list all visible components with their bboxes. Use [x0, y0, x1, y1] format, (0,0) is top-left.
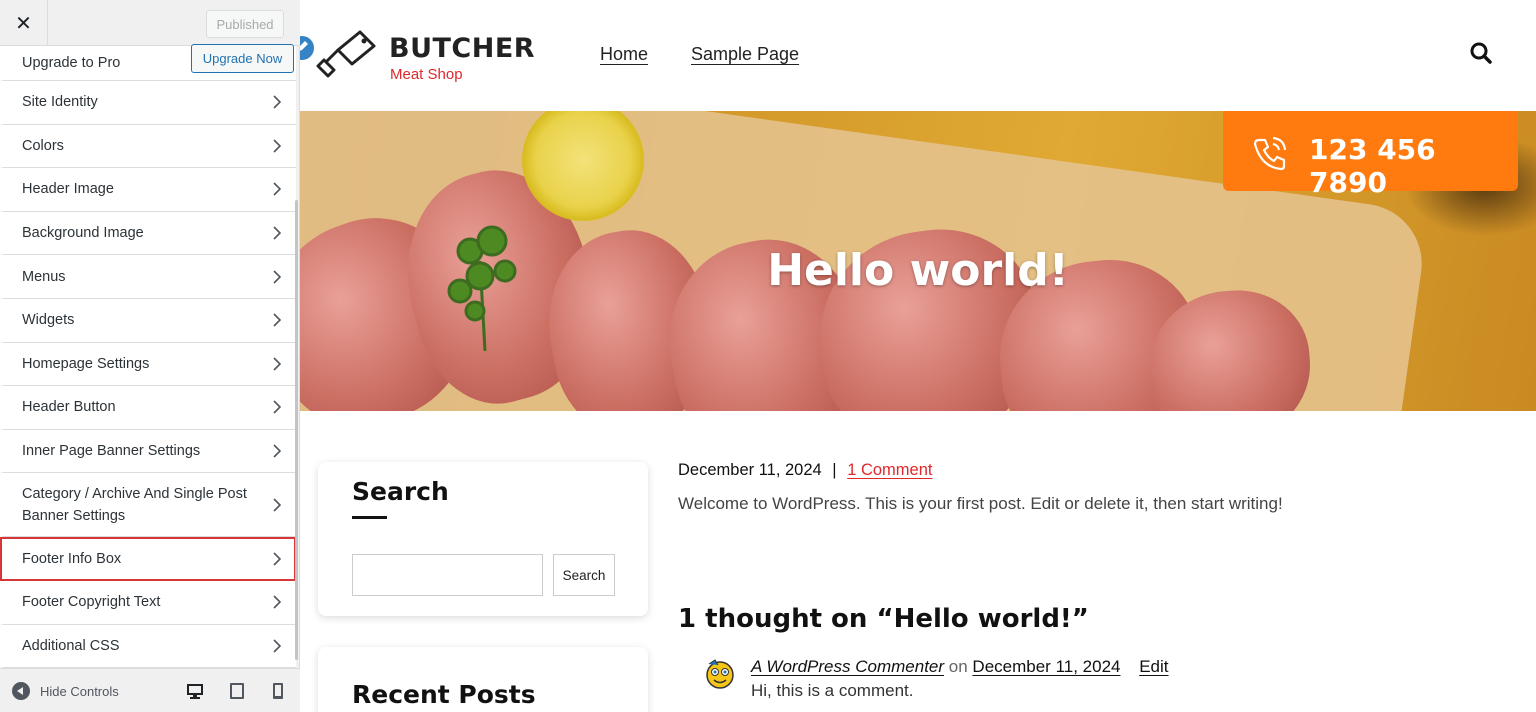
section-label: Site Identity	[22, 94, 98, 111]
section-menus[interactable]: Menus	[0, 255, 296, 299]
comment-author-link[interactable]: A WordPress Commenter	[751, 657, 944, 676]
post-excerpt: Welcome to WordPress. This is your first…	[678, 494, 1283, 513]
chevron-right-icon	[273, 444, 282, 458]
section-header-button[interactable]: Header Button	[0, 386, 296, 430]
customizer-sidebar: ✕ Published Upgrade to Pro Upgrade Now S…	[0, 0, 300, 712]
comments-link[interactable]: 1 Comment	[847, 461, 932, 479]
section-label: Background Image	[22, 225, 144, 242]
section-additional-css[interactable]: Additional CSS	[0, 624, 296, 669]
chevron-right-icon	[273, 270, 282, 284]
section-label: Footer Info Box	[22, 550, 122, 567]
section-site-identity[interactable]: Site Identity	[0, 81, 296, 125]
hide-controls-button[interactable]: Hide Controls	[12, 682, 119, 700]
commenter-avatar	[706, 659, 734, 689]
close-customizer-button[interactable]: ✕	[0, 0, 48, 46]
chevron-right-icon	[273, 400, 282, 415]
widget-title: Search	[352, 477, 449, 506]
comment-on-text: on	[948, 657, 968, 676]
comment-date-link[interactable]: December 11, 2024	[972, 657, 1120, 676]
edit-shortcut-pencil-icon[interactable]	[300, 34, 316, 62]
tablet-icon[interactable]	[227, 681, 247, 701]
site-preview: BUTCHER Meat Shop Home Sample Page Hello…	[300, 0, 1536, 712]
chevron-right-icon	[273, 498, 282, 512]
chevron-right-icon	[273, 595, 282, 609]
site-tagline: Meat Shop	[390, 66, 463, 83]
published-button[interactable]: Published	[206, 10, 284, 38]
chevron-right-icon	[273, 95, 282, 109]
section-upgrade-to-pro[interactable]: Upgrade to Pro Upgrade Now	[0, 44, 296, 81]
collapse-arrow-icon	[12, 682, 30, 700]
section-homepage-settings[interactable]: Homepage Settings	[0, 342, 296, 387]
section-inner-page-banner-settings[interactable]: Inner Page Banner Settings	[0, 429, 296, 474]
hide-controls-label: Hide Controls	[40, 683, 119, 699]
site-title[interactable]: BUTCHER	[389, 33, 535, 64]
section-label: Upgrade to Pro	[22, 55, 121, 71]
section-label: Inner Page Banner Settings	[22, 443, 201, 460]
section-label: Homepage Settings	[22, 355, 150, 372]
comment-edit-link[interactable]: Edit	[1139, 657, 1168, 676]
site-header: BUTCHER Meat Shop Home Sample Page	[300, 0, 1536, 111]
search-widget: Search Search	[318, 462, 648, 616]
widget-title: Recent Posts	[352, 680, 536, 709]
section-label: Header Button	[22, 399, 116, 416]
chevron-right-icon	[273, 226, 282, 240]
search-icon[interactable]	[1470, 41, 1492, 65]
phone-number: 123 456 7890	[1309, 133, 1436, 199]
comment-text: Hi, this is a comment.	[751, 681, 914, 700]
section-label: Additional CSS	[22, 637, 120, 654]
chevron-right-icon	[273, 313, 282, 327]
search-submit-button[interactable]: Search	[553, 554, 615, 596]
sidebar-scrollbar[interactable]	[295, 200, 298, 660]
comments-title: 1 thought on “Hello world!”	[678, 604, 1089, 634]
comment-meta: A WordPress Commenter on December 11, 20…	[751, 657, 1169, 677]
section-label: Category / Archive And Single Post Banne…	[22, 485, 247, 524]
widget-title-underline	[352, 516, 387, 519]
chevron-right-icon	[273, 139, 282, 153]
cleaver-icon[interactable]	[316, 28, 378, 80]
section-footer-copyright-text[interactable]: Footer Copyright Text	[0, 580, 296, 625]
chevron-right-icon	[273, 639, 282, 653]
header-phone-button[interactable]: 123 456 7890	[1223, 111, 1518, 199]
chevron-right-icon	[273, 357, 282, 371]
section-label: Header Image	[22, 181, 114, 198]
recent-posts-widget: Recent Posts	[318, 647, 648, 712]
section-label: Colors	[22, 137, 64, 154]
post-date[interactable]: December 11, 2024	[678, 461, 822, 479]
post-meta: December 11, 2024 | 1 Comment	[678, 461, 932, 480]
chevron-right-icon	[273, 552, 282, 566]
chevron-right-icon	[273, 182, 282, 197]
section-colors[interactable]: Colors	[0, 124, 296, 169]
desktop-icon[interactable]	[185, 681, 205, 701]
hero-title: Hello world!	[767, 245, 1069, 296]
customizer-header: ✕ Published	[0, 0, 300, 46]
section-background-image[interactable]: Background Image	[0, 211, 296, 256]
section-footer-info-box[interactable]: Footer Info Box	[0, 537, 296, 581]
nav-home[interactable]: Home	[600, 44, 648, 65]
phone-icon	[1253, 136, 1287, 171]
section-widgets[interactable]: Widgets	[0, 298, 296, 343]
section-label: Menus	[22, 268, 66, 285]
mobile-icon[interactable]	[268, 681, 288, 701]
section-label: Widgets	[22, 312, 75, 329]
nav-sample-page[interactable]: Sample Page	[691, 44, 799, 65]
section-header-image[interactable]: Header Image	[0, 168, 296, 212]
upgrade-now-button[interactable]: Upgrade Now	[191, 44, 294, 73]
search-input[interactable]	[352, 554, 543, 596]
customizer-footer: Hide Controls	[0, 668, 300, 712]
meta-separator: |	[832, 461, 837, 479]
section-label: Footer Copyright Text	[22, 594, 161, 611]
section-archive-banner-settings[interactable]: Category / Archive And Single Post Banne…	[0, 473, 296, 538]
customizer-sections: Upgrade to Pro Upgrade Now Site Identity…	[0, 44, 296, 669]
